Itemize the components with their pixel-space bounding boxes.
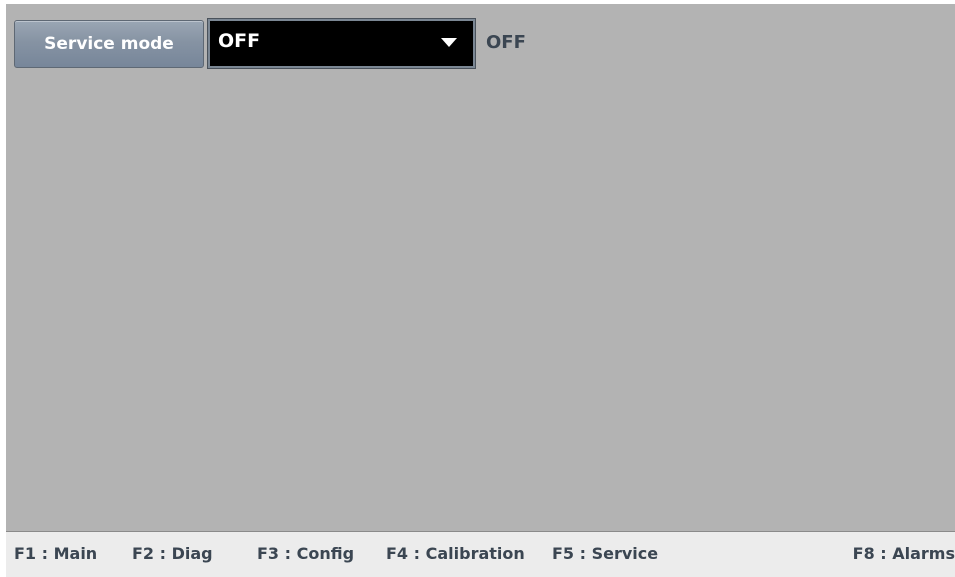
fkey-calibration[interactable]: F4 : Calibration bbox=[386, 544, 525, 563]
fkey-diag[interactable]: F2 : Diag bbox=[132, 544, 213, 563]
function-key-bar: F1 : Main F2 : Diag F3 : Config F4 : Cal… bbox=[6, 531, 955, 577]
fkey-service[interactable]: F5 : Service bbox=[552, 544, 658, 563]
hmi-screen: Service mode OFF OFF F1 : Main F2 : Diag… bbox=[0, 0, 955, 577]
fkey-config[interactable]: F3 : Config bbox=[257, 544, 354, 563]
service-mode-status: OFF bbox=[486, 32, 526, 53]
chevron-down-icon bbox=[441, 38, 457, 47]
fkey-alarms[interactable]: F8 : Alarms bbox=[853, 544, 955, 563]
service-mode-select[interactable]: OFF bbox=[207, 18, 476, 69]
service-mode-button[interactable]: Service mode bbox=[14, 20, 204, 68]
service-panel: Service mode OFF OFF bbox=[6, 4, 955, 531]
fkey-main[interactable]: F1 : Main bbox=[14, 544, 97, 563]
service-mode-button-label: Service mode bbox=[44, 34, 174, 54]
service-mode-selected-value: OFF bbox=[218, 30, 261, 52]
